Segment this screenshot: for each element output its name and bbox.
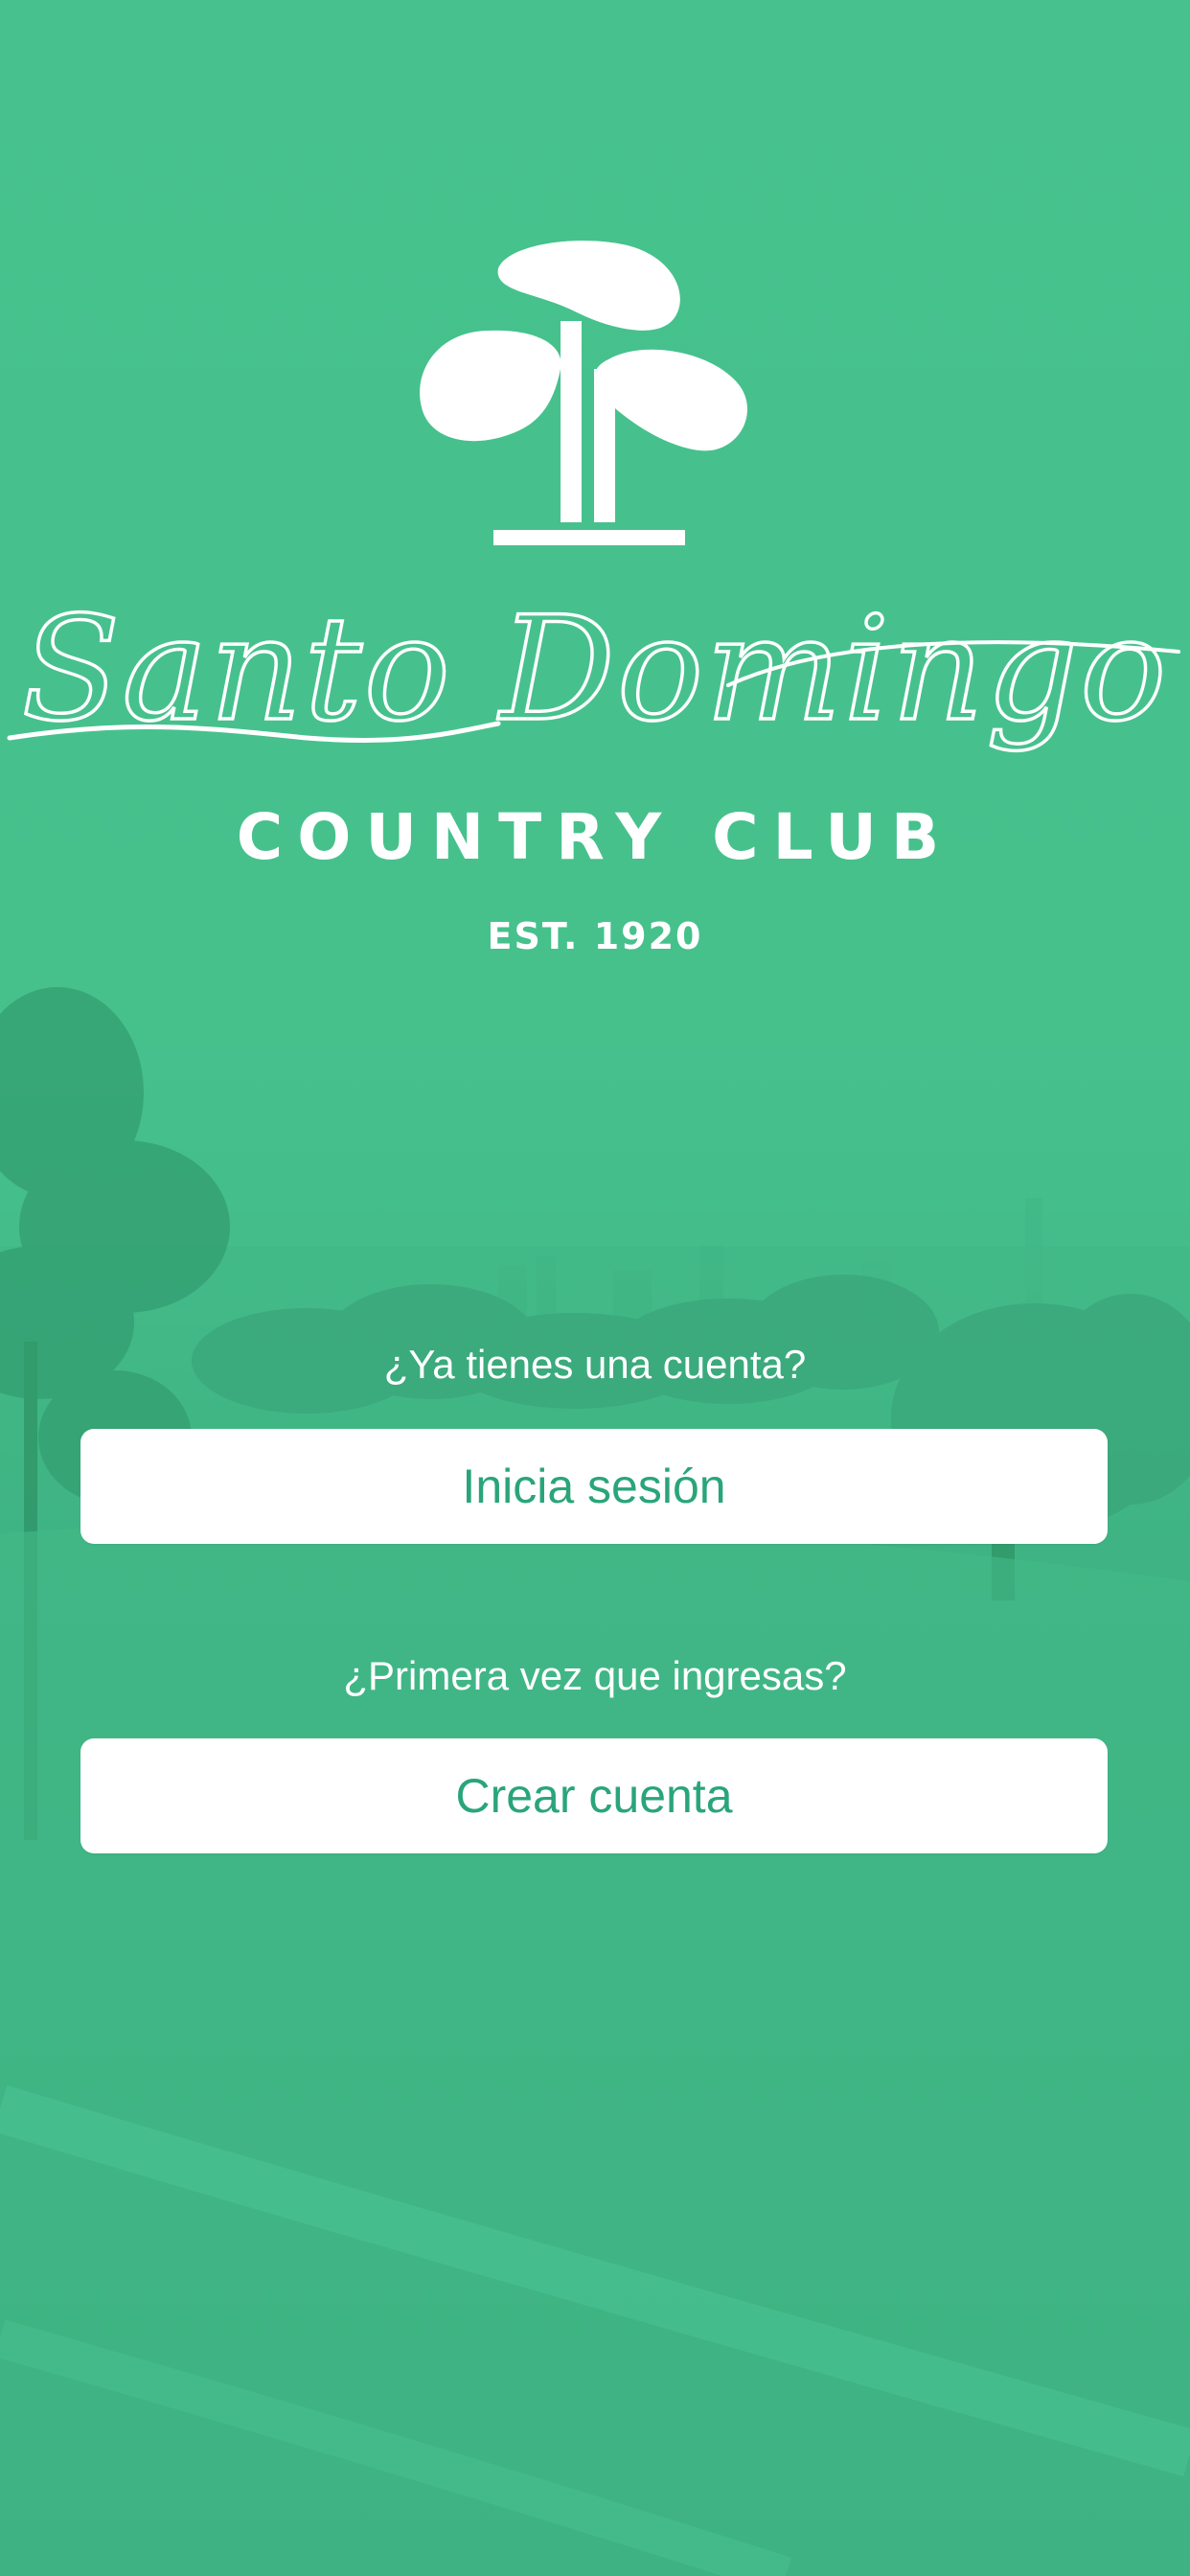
club-name-text: COUNTRY CLUB [236, 800, 954, 874]
club-logo: Santo Domingo COUNTRY CLUB EST. 1920 [0, 192, 1190, 978]
create-account-button-label: Crear cuenta [455, 1769, 733, 1823]
club-script-name: Santo Domingo [0, 575, 1190, 776]
golf-club-tree-icon [383, 216, 786, 561]
login-prompt: ¿Ya tienes una cuenta? [383, 1342, 807, 1387]
create-account-button[interactable]: Crear cuenta [80, 1738, 1108, 1853]
brand-script-text: Santo Domingo [22, 586, 1169, 753]
signup-prompt: ¿Primera vez que ingresas? [343, 1653, 847, 1698]
login-button-label: Inicia sesión [462, 1460, 726, 1513]
login-button[interactable]: Inicia sesión [80, 1429, 1108, 1544]
established-year-text: EST. 1920 [487, 915, 703, 957]
